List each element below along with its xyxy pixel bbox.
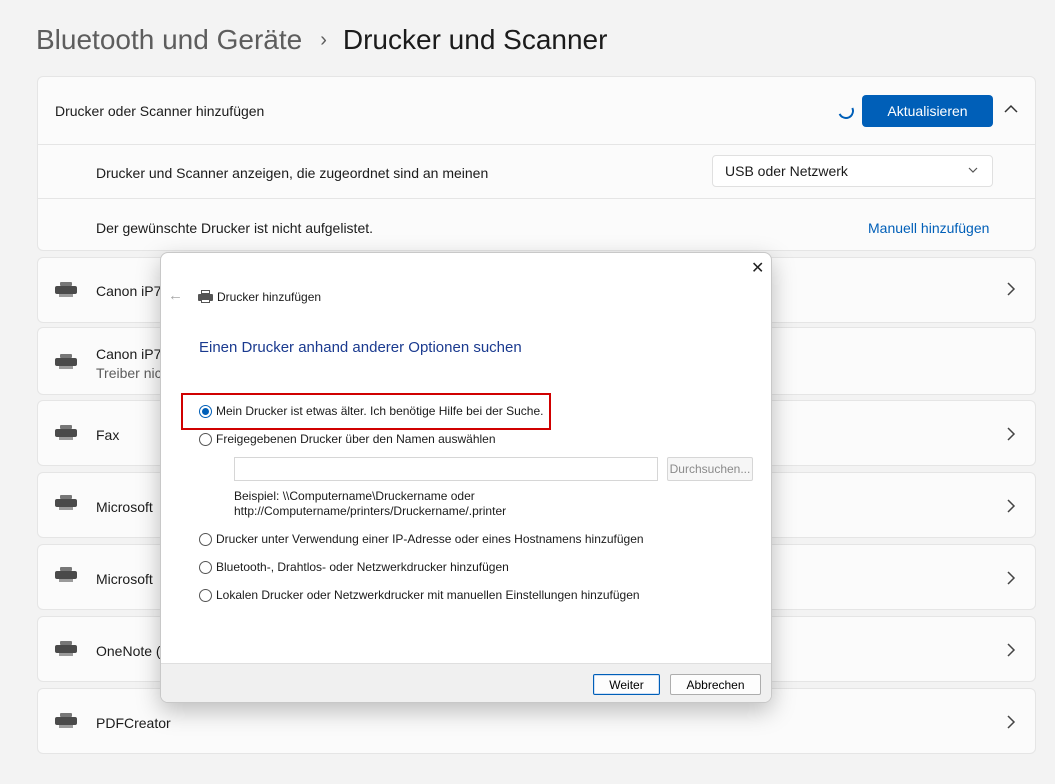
device-name: OneNote ( xyxy=(96,643,161,659)
connection-filter-select[interactable]: USB oder Netzwerk xyxy=(712,155,993,187)
chevron-right-icon xyxy=(1006,714,1016,735)
connection-filter-value: USB oder Netzwerk xyxy=(725,163,848,179)
chevron-right-icon xyxy=(1006,281,1016,302)
filter-row: Drucker und Scanner anzeigen, die zugeor… xyxy=(38,145,1035,199)
option-wireless[interactable]: Bluetooth-, Drahtlos- oder Netzwerkdruck… xyxy=(199,560,509,574)
chevron-right-icon: › xyxy=(320,28,327,51)
missing-printer-row: Der gewünschte Drucker ist nicht aufgeli… xyxy=(38,200,1035,251)
chevron-right-icon xyxy=(1006,642,1016,663)
add-printer-header[interactable]: Drucker oder Scanner hinzufügen Aktualis… xyxy=(38,77,1035,145)
option-older-printer[interactable]: Mein Drucker ist etwas älter. Ich benöti… xyxy=(199,404,544,418)
breadcrumb-parent[interactable]: Bluetooth und Geräte xyxy=(36,24,302,56)
manual-add-link[interactable]: Manuell hinzufügen xyxy=(868,220,989,236)
printer-doc-icon xyxy=(55,567,77,583)
radio-button[interactable] xyxy=(199,532,212,546)
add-printer-dialog: ✕ ← Drucker hinzufügen Einen Drucker anh… xyxy=(160,252,772,703)
browse-button[interactable]: Durchsuchen... xyxy=(667,457,753,481)
dialog-title: Drucker hinzufügen xyxy=(217,290,322,304)
device-name: Microsoft xyxy=(96,499,153,515)
radio-button[interactable] xyxy=(199,588,212,602)
option-shared-printer[interactable]: Freigegebenen Drucker über den Namen aus… xyxy=(199,432,496,446)
device-name: PDFCreator xyxy=(96,715,171,731)
option-ip-address[interactable]: Drucker unter Verwendung einer IP-Adress… xyxy=(199,532,644,546)
option-label: Mein Drucker ist etwas älter. Ich benöti… xyxy=(216,404,544,418)
printer-doc-icon xyxy=(55,495,77,511)
radio-button[interactable] xyxy=(199,432,212,446)
chevron-right-icon xyxy=(1006,570,1016,591)
close-icon[interactable]: ✕ xyxy=(751,258,764,278)
chevron-right-icon xyxy=(1006,498,1016,519)
chevron-up-icon[interactable] xyxy=(1004,101,1018,117)
device-name: Canon iP7 xyxy=(96,346,162,362)
breadcrumb: Bluetooth und Geräte › Drucker und Scann… xyxy=(36,24,607,56)
printer-icon xyxy=(55,641,77,657)
dialog-footer: Weiter Abbrechen xyxy=(161,663,771,702)
example-text: Beispiel: \\Computername\Druckername ode… xyxy=(234,489,506,519)
printer-icon xyxy=(55,354,77,370)
next-button[interactable]: Weiter xyxy=(593,674,660,695)
chevron-right-icon xyxy=(1006,426,1016,447)
device-name: Microsoft xyxy=(96,571,153,587)
missing-printer-text: Der gewünschte Drucker ist nicht aufgeli… xyxy=(96,220,374,236)
filter-label: Drucker und Scanner anzeigen, die zugeor… xyxy=(96,165,489,181)
refresh-button[interactable]: Aktualisieren xyxy=(862,95,993,127)
example-line: Beispiel: \\Computername\Druckername ode… xyxy=(234,489,475,503)
device-name: Canon iP7 xyxy=(96,283,162,299)
add-printer-title: Drucker oder Scanner hinzufügen xyxy=(55,103,265,119)
chevron-down-icon xyxy=(968,162,978,181)
radio-button[interactable] xyxy=(199,560,212,574)
printer-icon xyxy=(55,713,77,729)
printer-icon xyxy=(198,290,213,304)
option-label: Freigegebenen Drucker über den Namen aus… xyxy=(216,432,496,446)
option-manual-settings[interactable]: Lokalen Drucker oder Netzwerkdrucker mit… xyxy=(199,588,640,602)
add-printer-card: Drucker oder Scanner hinzufügen Aktualis… xyxy=(37,76,1036,251)
dialog-heading: Einen Drucker anhand anderer Optionen su… xyxy=(199,339,522,356)
option-label: Bluetooth-, Drahtlos- oder Netzwerkdruck… xyxy=(216,560,509,574)
page-title: Drucker und Scanner xyxy=(342,24,608,55)
printer-icon xyxy=(55,282,77,298)
shared-printer-name-input[interactable] xyxy=(234,457,658,481)
loading-spinner-icon xyxy=(835,100,857,122)
option-label: Drucker unter Verwendung einer IP-Adress… xyxy=(216,532,644,546)
radio-button[interactable] xyxy=(199,404,212,418)
fax-icon xyxy=(55,425,77,441)
option-label: Lokalen Drucker oder Netzwerkdrucker mit… xyxy=(216,588,640,602)
device-name: Fax xyxy=(96,427,120,443)
example-line: http://Computername/printers/Druckername… xyxy=(234,504,507,518)
cancel-button[interactable]: Abbrechen xyxy=(670,674,761,695)
back-arrow-icon[interactable]: ← xyxy=(168,287,183,304)
device-status: Treiber nic xyxy=(96,365,162,381)
